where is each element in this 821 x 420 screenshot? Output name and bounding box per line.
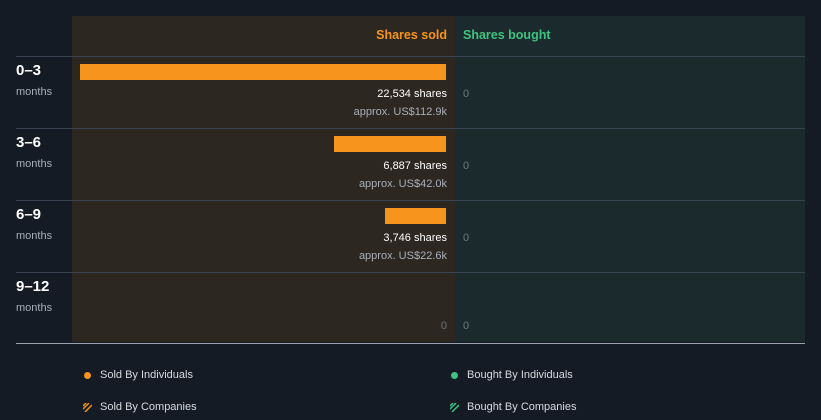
period-unit-label: months [16, 230, 53, 242]
legend-item: Bought By Companies [450, 401, 577, 413]
sold-shares-label: 6,887 shares [383, 160, 447, 172]
sold-bar [334, 136, 446, 152]
bought-zero-label: 0 [463, 232, 470, 244]
legend-label: Sold By Companies [100, 401, 197, 413]
legend-item: Sold By Companies [83, 401, 197, 413]
sold-zero-label: 0 [440, 320, 447, 332]
legend-hatch-icon [83, 403, 92, 412]
sold-value-label: approx. US$112.9k [353, 106, 447, 118]
period-unit-label: months [16, 158, 53, 170]
row-divider [16, 200, 805, 201]
shares-sold-header: Shares sold [376, 28, 447, 42]
sold-value-label: approx. US$22.6k [358, 250, 447, 262]
sold-bar [385, 208, 446, 224]
legend-hatch-icon [450, 403, 459, 412]
legend-label: Sold By Individuals [100, 369, 193, 381]
period-label: 6–9 [16, 206, 42, 223]
sold-value-label: approx. US$42.0k [358, 178, 447, 190]
bought-zero-label: 0 [463, 88, 470, 100]
shares-bought-header: Shares bought [463, 28, 551, 42]
bought-zero-label: 0 [463, 320, 470, 332]
sold-shares-label: 22,534 shares [377, 88, 447, 100]
period-label: 3–6 [16, 134, 42, 151]
legend-dot-icon [451, 372, 458, 379]
sold-bar [80, 64, 446, 80]
legend-dot-icon [84, 372, 91, 379]
shares-bought-panel [455, 16, 805, 342]
row-divider [16, 128, 805, 129]
bought-zero-label: 0 [463, 160, 470, 172]
legend-item: Bought By Individuals [451, 369, 573, 381]
period-unit-label: months [16, 86, 53, 98]
legend-label: Bought By Companies [467, 401, 577, 413]
chart-baseline [16, 343, 805, 344]
sold-shares-label: 3,746 shares [383, 232, 447, 244]
legend-label: Bought By Individuals [467, 369, 573, 381]
period-unit-label: months [16, 302, 53, 314]
row-divider [16, 272, 805, 273]
period-label: 0–3 [16, 62, 42, 79]
row-divider [16, 56, 805, 57]
legend-item: Sold By Individuals [84, 369, 193, 381]
period-label: 9–12 [16, 278, 50, 295]
